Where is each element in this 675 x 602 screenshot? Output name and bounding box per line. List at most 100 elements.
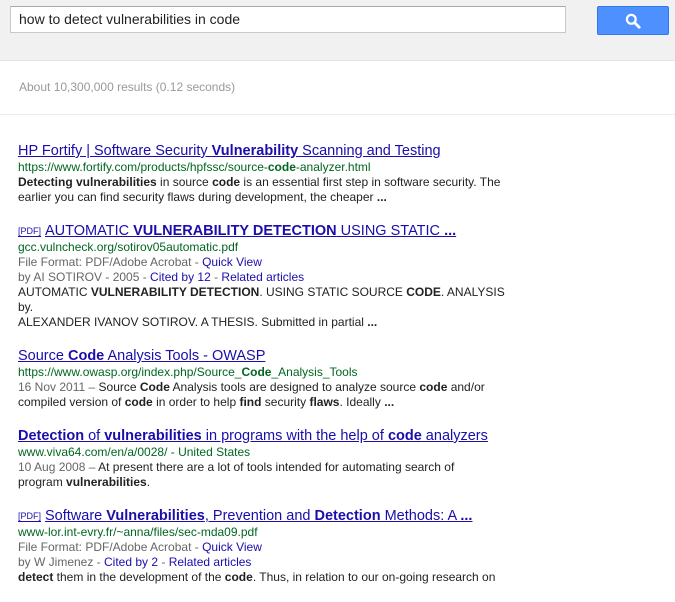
result-title-link[interactable]: [PDF] AUTOMATIC VULNERABILITY DETECTION U…: [18, 222, 518, 240]
title-text: Analysis Tools - OWASP: [104, 348, 266, 364]
meta-text: File Format: PDF/Adobe Acrobat -: [18, 255, 203, 269]
url-text: https://www.fortify.com/products/hpfssc/…: [18, 160, 268, 174]
meta-link[interactable]: Quick View: [202, 540, 262, 554]
snippet-text: Analysis tools are designed to analyze s…: [169, 380, 420, 394]
result-snippet: compiled version of code in order to hel…: [18, 395, 518, 410]
title-text: Code: [67, 348, 105, 364]
result-snippet: earlier you can find security flaws duri…: [18, 190, 518, 205]
result-url: www.viva64.com/en/a/0028/ - United State…: [18, 445, 518, 460]
snippet-text: At present there are a lot of tools inte…: [98, 460, 455, 474]
snippet-text: code: [124, 395, 153, 409]
result-snippet: program vulnerabilities.: [18, 475, 518, 490]
snippet-text: in order to help: [152, 395, 240, 409]
title-text: Scanning and Testing: [298, 143, 441, 159]
meta-text: -: [158, 555, 169, 569]
title-text: Vulnerability: [211, 143, 299, 159]
result-title-link[interactable]: Source Code Analysis Tools - OWASP: [18, 347, 518, 365]
meta-text: File Format: PDF/Adobe Acrobat -: [18, 540, 203, 554]
snippet-text: them in the development of the: [53, 570, 225, 584]
meta-link[interactable]: Cited by 2: [104, 555, 158, 569]
file-type-tag: [PDF]: [18, 511, 42, 521]
meta-text: -: [210, 270, 222, 284]
search-result: [PDF] AUTOMATIC VULNERABILITY DETECTION U…: [18, 222, 518, 330]
url-text: https://www.owasp.org/index.php/Source_: [18, 365, 242, 379]
title-text: ...: [444, 223, 457, 239]
meta-link[interactable]: Cited by 12: [150, 270, 211, 284]
snippet-text: detect: [18, 570, 54, 584]
snippet-text: is an essential first step in software s…: [240, 175, 501, 189]
result-snippet: 10 Aug 2008 – At present there are a lot…: [18, 460, 518, 475]
result-meta: by W Jimenez - Cited by 2 - Related arti…: [18, 555, 518, 570]
snippet-text: code: [212, 175, 241, 189]
snippet-date: 10 Aug 2008 –: [18, 460, 99, 474]
snippet-text: . Thus, in relation to our on-going rese…: [252, 570, 496, 584]
snippet-text: CODE: [406, 285, 441, 299]
search-result: HP Fortify | Software Security Vulnerabi…: [18, 142, 518, 205]
result-meta: File Format: PDF/Adobe Acrobat - Quick V…: [18, 540, 518, 555]
snippet-text: ...: [384, 395, 395, 409]
snippet-text: and/or: [447, 380, 485, 394]
title-text: Vulnerabilities: [106, 508, 205, 524]
result-url: https://www.fortify.com/products/hpfssc/…: [18, 160, 518, 175]
title-text: code: [387, 428, 422, 444]
snippet-text: .: [146, 475, 151, 489]
meta-link[interactable]: Related articles: [221, 270, 304, 284]
title-text: AUTOMATIC: [45, 223, 134, 239]
snippet-text: Code: [139, 380, 170, 394]
snippet-text: VULNERABILITY DETECTION: [90, 285, 260, 299]
search-result: [PDF] Software Vulnerabilities, Preventio…: [18, 507, 518, 585]
meta-text: by W Jimenez -: [18, 555, 105, 569]
title-text: Methods: A: [380, 508, 461, 524]
url-text: _Analysis_Tools: [271, 365, 358, 379]
snippet-text: ALEXANDER IVANOV SOTIROV. A THESIS. Subm…: [18, 315, 368, 329]
snippet-text: Source: [98, 380, 140, 394]
result-snippet: detect them in the development of the co…: [18, 570, 518, 585]
result-snippet: ALEXANDER IVANOV SOTIROV. A THESIS. Subm…: [18, 315, 518, 330]
result-title-link[interactable]: Detection of vulnerabilities in programs…: [18, 427, 518, 445]
title-text: VULNERABILITY DETECTION: [133, 223, 337, 239]
result-stats: About 10,300,000 results (0.12 seconds): [19, 80, 236, 94]
url-text: www-lor.int-evry.fr/~anna/files/sec-mda0…: [18, 525, 258, 539]
snippet-text: Detecting vulnerabilities: [18, 175, 157, 189]
title-text: , Prevention and: [204, 508, 315, 524]
snippet-text: find: [239, 395, 262, 409]
result-url: gcc.vulncheck.org/sotirov05automatic.pdf: [18, 240, 518, 255]
snippet-text: code: [419, 380, 448, 394]
magnifier-icon: [625, 13, 641, 29]
snippet-text: compiled version of: [18, 395, 125, 409]
title-text: vulnerabilities: [104, 428, 202, 444]
divider: [0, 114, 675, 115]
snippet-text: . USING STATIC SOURCE: [259, 285, 407, 299]
title-text: ...: [460, 508, 473, 524]
snippet-text: vulnerabilities: [66, 475, 147, 489]
snippet-text: ...: [376, 190, 387, 204]
title-text: of: [84, 428, 105, 444]
title-text: Source: [18, 348, 68, 364]
meta-text: by AI SOTIROV - 2005 -: [18, 270, 151, 284]
search-result: Detection of vulnerabilities in programs…: [18, 427, 518, 490]
title-text: HP Fortify | Software Security: [18, 143, 212, 159]
url-text: - United States: [167, 445, 251, 459]
result-url: www-lor.int-evry.fr/~anna/files/sec-mda0…: [18, 525, 518, 540]
result-snippet: AUTOMATIC VULNERABILITY DETECTION. USING…: [18, 285, 518, 315]
search-header: [0, 0, 675, 61]
meta-link[interactable]: Quick View: [202, 255, 262, 269]
result-url: https://www.owasp.org/index.php/Source_C…: [18, 365, 518, 380]
search-input[interactable]: [10, 6, 566, 33]
title-text: Software: [45, 508, 107, 524]
result-title-link[interactable]: HP Fortify | Software Security Vulnerabi…: [18, 142, 518, 160]
snippet-text: AUTOMATIC: [18, 285, 91, 299]
file-type-tag: [PDF]: [18, 226, 42, 236]
search-button[interactable]: [597, 6, 669, 35]
url-text: code: [267, 160, 296, 174]
title-text: in programs with the help of: [201, 428, 388, 444]
snippet-text: flaws: [309, 395, 340, 409]
result-snippet: Detecting vulnerabilities in source code…: [18, 175, 518, 190]
results-list: HP Fortify | Software Security Vulnerabi…: [18, 142, 518, 602]
snippet-text: ...: [367, 315, 378, 329]
meta-link[interactable]: Related articles: [169, 555, 252, 569]
result-title-link[interactable]: [PDF] Software Vulnerabilities, Preventio…: [18, 507, 518, 525]
snippet-text: earlier you can find security flaws duri…: [18, 190, 377, 204]
result-snippet: 16 Nov 2011 – Source Code Analysis tools…: [18, 380, 518, 395]
title-text: Detection: [314, 508, 381, 524]
